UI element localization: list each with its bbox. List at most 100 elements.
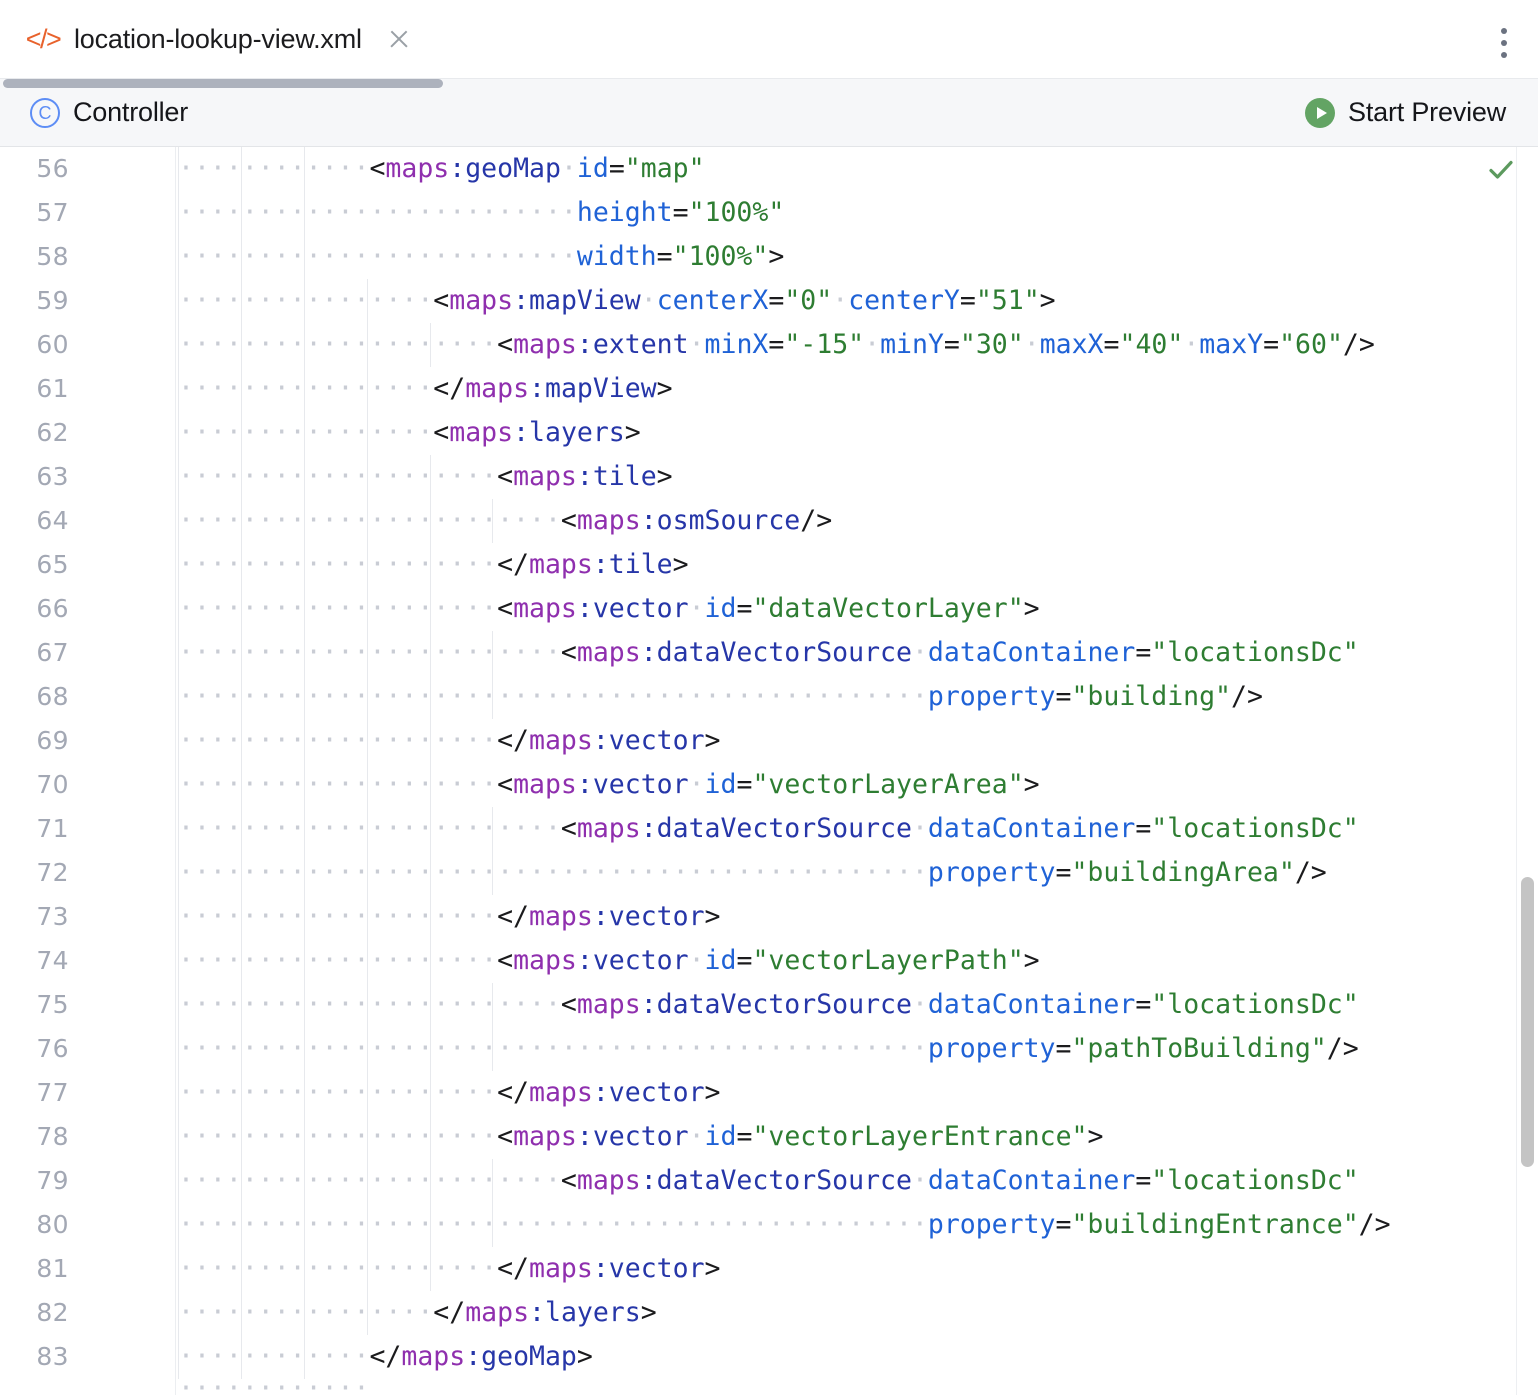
token-tg: :vector	[577, 593, 689, 624]
token-ns: maps	[577, 813, 641, 844]
code-line[interactable]: 69····················</maps:vector>	[0, 719, 1538, 763]
code-text: ····················</maps:vector>	[175, 895, 721, 939]
scrollbar-thumb[interactable]	[3, 79, 443, 88]
controller-button[interactable]: C Controller	[30, 97, 188, 128]
token-tg: :vector	[593, 725, 705, 756]
token-ws: ·	[912, 637, 928, 668]
token-pc: </	[369, 1341, 401, 1372]
token-at: property	[928, 1209, 1056, 1240]
code-text: ·························height="100%"	[175, 191, 784, 235]
code-lines[interactable]: 56············<maps:geoMap·id="map"57···…	[0, 147, 1538, 1395]
copyright-c-icon: C	[30, 98, 60, 128]
token-ns: maps	[529, 1253, 593, 1284]
token-pc: =	[736, 593, 752, 624]
token-tg: :tile	[577, 461, 657, 492]
code-line[interactable]: 57·························height="100%"	[0, 191, 1538, 235]
token-pc: =	[736, 945, 752, 976]
code-line[interactable]: 81····················</maps:vector>	[0, 1247, 1538, 1291]
token-tg: :dataVectorSource	[641, 989, 912, 1020]
code-line[interactable]: 58·························width="100%">	[0, 235, 1538, 279]
token-ns: maps	[577, 989, 641, 1020]
token-ws: ·	[641, 285, 657, 316]
code-line[interactable]: 70····················<maps:vector·id="v…	[0, 763, 1538, 807]
code-text: ························<maps:dataVector…	[175, 807, 1359, 851]
code-line[interactable]: 67························<maps:dataVect…	[0, 631, 1538, 675]
token-pc: />	[1343, 329, 1375, 360]
code-line[interactable]: 56············<maps:geoMap·id="map"	[0, 147, 1538, 191]
whitespace-dots: ····················	[178, 945, 497, 976]
kebab-menu-icon[interactable]	[1500, 28, 1508, 58]
whitespace-dots: ····················	[178, 725, 497, 756]
token-ns: maps	[577, 1165, 641, 1196]
token-pc: >	[657, 373, 673, 404]
line-number: 66	[0, 587, 175, 631]
code-line[interactable]: 63····················<maps:tile>	[0, 455, 1538, 499]
line-number: 76	[0, 1027, 175, 1071]
line-number: 71	[0, 807, 175, 851]
code-line[interactable]: 64························<maps:osmSourc…	[0, 499, 1538, 543]
code-line[interactable]: 68······································…	[0, 675, 1538, 719]
code-line[interactable]: 80······································…	[0, 1203, 1538, 1247]
whitespace-dots: ····················	[178, 1253, 497, 1284]
code-line[interactable]: 59················<maps:mapView·centerX=…	[0, 279, 1538, 323]
code-text: ········································…	[175, 851, 1327, 895]
code-line[interactable]: 75························<maps:dataVect…	[0, 983, 1538, 1027]
line-number: 69	[0, 719, 175, 763]
code-editor[interactable]: 56············<maps:geoMap·id="map"57···…	[0, 147, 1538, 1395]
line-number: 83	[0, 1335, 175, 1379]
code-line[interactable]: 76······································…	[0, 1027, 1538, 1071]
token-pc: </	[497, 1253, 529, 1284]
close-icon[interactable]	[386, 26, 412, 52]
token-at: centerY	[848, 285, 960, 316]
xml-file-icon: </>	[26, 22, 60, 56]
token-st: "40"	[1119, 329, 1183, 360]
code-text: ························<maps:dataVector…	[175, 631, 1359, 675]
start-preview-button[interactable]: Start Preview	[1305, 97, 1506, 128]
code-line[interactable]: 71························<maps:dataVect…	[0, 807, 1538, 851]
token-tg: :dataVectorSource	[641, 813, 912, 844]
code-line[interactable]: 66····················<maps:vector·id="d…	[0, 587, 1538, 631]
code-line[interactable]: 61················</maps:mapView>	[0, 367, 1538, 411]
whitespace-dots: ················	[178, 285, 433, 316]
whitespace-dots: ········································…	[178, 1033, 928, 1064]
code-line[interactable]: 62················<maps:layers>	[0, 411, 1538, 455]
token-st: "vectorLayerEntrance"	[752, 1121, 1087, 1152]
code-line[interactable]: 72······································…	[0, 851, 1538, 895]
code-text: ················</maps:layers>	[175, 1291, 657, 1335]
editor-vertical-scrollbar[interactable]	[1516, 147, 1538, 1395]
code-line[interactable]: 77····················</maps:vector>	[0, 1071, 1538, 1115]
whitespace-dots: ····················	[178, 1077, 497, 1108]
line-number: 75	[0, 983, 175, 1027]
code-line[interactable]: 79························<maps:dataVect…	[0, 1159, 1538, 1203]
token-tg: :dataVectorSource	[641, 1165, 912, 1196]
token-ws: ·	[912, 813, 928, 844]
token-pc: <	[561, 1165, 577, 1196]
code-text: ····················</maps:tile>	[175, 543, 689, 587]
token-at: property	[928, 857, 1056, 888]
token-pc: =	[673, 197, 689, 228]
tab-bar-horizontal-scrollbar[interactable]	[0, 78, 1538, 89]
token-st: "vectorLayerArea"	[752, 769, 1023, 800]
token-ws: ·	[689, 1121, 705, 1152]
token-tg: :vector	[593, 1077, 705, 1108]
token-ns: maps	[465, 1297, 529, 1328]
scrollbar-thumb[interactable]	[1521, 877, 1534, 1167]
code-line[interactable]: 73····················</maps:vector>	[0, 895, 1538, 939]
token-pc: <	[433, 285, 449, 316]
token-pc: =	[657, 241, 673, 272]
token-pc: <	[561, 989, 577, 1020]
code-text: ····················<maps:vector·id="vec…	[175, 939, 1040, 983]
token-pc: </	[433, 1297, 465, 1328]
code-line[interactable]: 65····················</maps:tile>	[0, 543, 1538, 587]
code-line[interactable]: 60····················<maps:extent·minX=…	[0, 323, 1538, 367]
token-st: "60"	[1279, 329, 1343, 360]
code-line[interactable]: 78····················<maps:vector·id="v…	[0, 1115, 1538, 1159]
whitespace-dots: ········································…	[178, 857, 928, 888]
tab-location-lookup-view-xml[interactable]: </> location-lookup-view.xml	[0, 0, 436, 79]
line-number: 59	[0, 279, 175, 323]
code-line[interactable]: 82················</maps:layers>	[0, 1291, 1538, 1335]
editor-toolbar: C Controller Start Preview	[0, 79, 1538, 147]
token-pc: >	[1040, 285, 1056, 316]
gutter-divider	[175, 147, 176, 1395]
code-line[interactable]: 74····················<maps:vector·id="v…	[0, 939, 1538, 983]
